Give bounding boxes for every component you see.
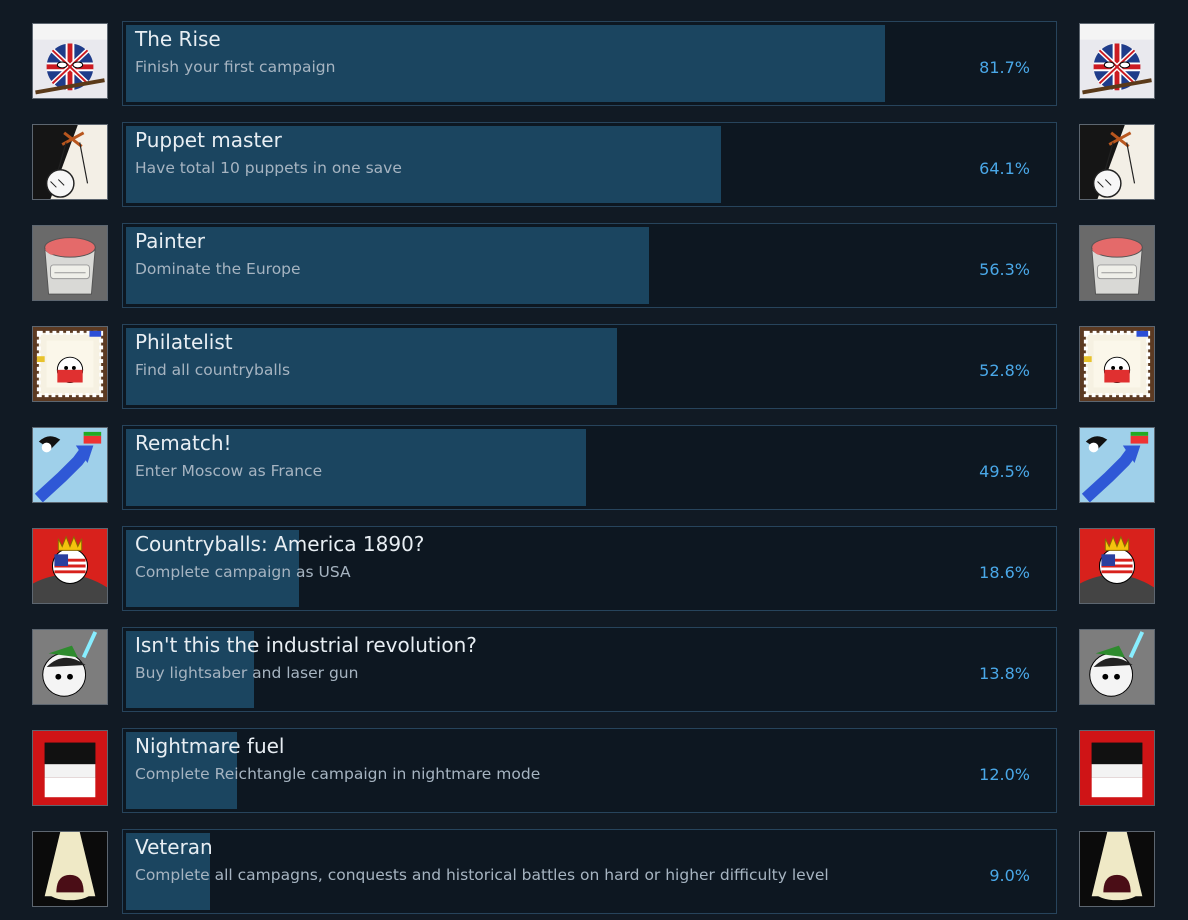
achievement-percent: 52.8% — [979, 361, 1030, 380]
achievement-description: Finish your first campaign — [135, 58, 336, 76]
countryball-europe-flag-icon — [1079, 23, 1155, 99]
achievement-progress-box: Veteran Complete all campagns, conquests … — [122, 829, 1057, 914]
achievement-percent: 64.1% — [979, 159, 1030, 178]
achievement-title: Puppet master — [135, 128, 282, 152]
achievement-percent: 56.3% — [979, 260, 1030, 279]
achievement-progress-box: Countryballs: America 1890? Complete camp… — [122, 526, 1057, 611]
achievement-progress-box: The Rise Finish your first campaign 81.7% — [122, 21, 1057, 106]
achievement-list: The Rise Finish your first campaign 81.7% … — [0, 0, 1188, 920]
achievement-description: Dominate the Europe — [135, 260, 301, 278]
achievement-row: Nightmare fuel Complete Reichtangle campa… — [0, 728, 1188, 814]
spotlight-helmet-icon — [32, 831, 108, 907]
achievement-title: Veteran — [135, 835, 213, 859]
countryball-europe-flag-icon — [32, 23, 108, 99]
achievement-title: Isn't this the industrial revolution? — [135, 633, 477, 657]
reichtangle-icon — [1079, 730, 1155, 806]
postage-stamp-icon — [32, 326, 108, 402]
achievement-percent: 13.8% — [979, 664, 1030, 683]
paint-bucket-icon — [32, 225, 108, 301]
achievement-row: Rematch! Enter Moscow as France 49.5% — [0, 425, 1188, 511]
achievement-progress-box: Puppet master Have total 10 puppets in on… — [122, 122, 1057, 207]
achievement-progress-box: Isn't this the industrial revolution? Buy… — [122, 627, 1057, 712]
reichtangle-icon — [32, 730, 108, 806]
achievement-percent: 18.6% — [979, 563, 1030, 582]
achievement-description: Find all countryballs — [135, 361, 291, 379]
achievement-description: Complete campaign as USA — [135, 563, 351, 581]
lightsaber-ball-icon — [32, 629, 108, 705]
achievement-percent: 12.0% — [979, 765, 1030, 784]
achievement-description: Enter Moscow as France — [135, 462, 323, 480]
achievement-description: Complete Reichtangle campaign in nightma… — [135, 765, 541, 783]
spotlight-helmet-icon — [1079, 831, 1155, 907]
puppet-strings-icon — [32, 124, 108, 200]
achievement-row: Veteran Complete all campagns, conquests … — [0, 829, 1188, 915]
achievement-description: Buy lightsaber and laser gun — [135, 664, 359, 682]
achievement-row: Puppet master Have total 10 puppets in on… — [0, 122, 1188, 208]
puppet-strings-icon — [1079, 124, 1155, 200]
achievement-percent: 81.7% — [979, 58, 1030, 77]
paint-bucket-icon — [1079, 225, 1155, 301]
achievement-description: Have total 10 puppets in one save — [135, 159, 402, 177]
achievement-title: Painter — [135, 229, 206, 253]
achievement-progress-box: Philatelist Find all countryballs 52.8% — [122, 324, 1057, 409]
achievement-row: Isn't this the industrial revolution? Buy… — [0, 627, 1188, 713]
achievement-row: Countryballs: America 1890? Complete camp… — [0, 526, 1188, 612]
achievement-title: Rematch! — [135, 431, 232, 455]
achievement-row: Philatelist Find all countryballs 52.8% — [0, 324, 1188, 410]
napoleon-arrow-map-icon — [32, 427, 108, 503]
postage-stamp-icon — [1079, 326, 1155, 402]
usa-ball-crown-icon — [1079, 528, 1155, 604]
achievement-title: Countryballs: America 1890? — [135, 532, 425, 556]
lightsaber-ball-icon — [1079, 629, 1155, 705]
achievement-percent: 9.0% — [989, 866, 1030, 885]
achievement-progress-box: Painter Dominate the Europe 56.3% — [122, 223, 1057, 308]
achievement-row: Painter Dominate the Europe 56.3% — [0, 223, 1188, 309]
achievement-progress-box: Rematch! Enter Moscow as France 49.5% — [122, 425, 1057, 510]
achievement-title: The Rise — [135, 27, 221, 51]
achievement-title: Nightmare fuel — [135, 734, 285, 758]
achievement-progress-box: Nightmare fuel Complete Reichtangle campa… — [122, 728, 1057, 813]
achievement-description: Complete all campagns, conquests and his… — [135, 866, 829, 884]
achievement-percent: 49.5% — [979, 462, 1030, 481]
achievement-title: Philatelist — [135, 330, 233, 354]
usa-ball-crown-icon — [32, 528, 108, 604]
napoleon-arrow-map-icon — [1079, 427, 1155, 503]
achievement-row: The Rise Finish your first campaign 81.7% — [0, 21, 1188, 107]
